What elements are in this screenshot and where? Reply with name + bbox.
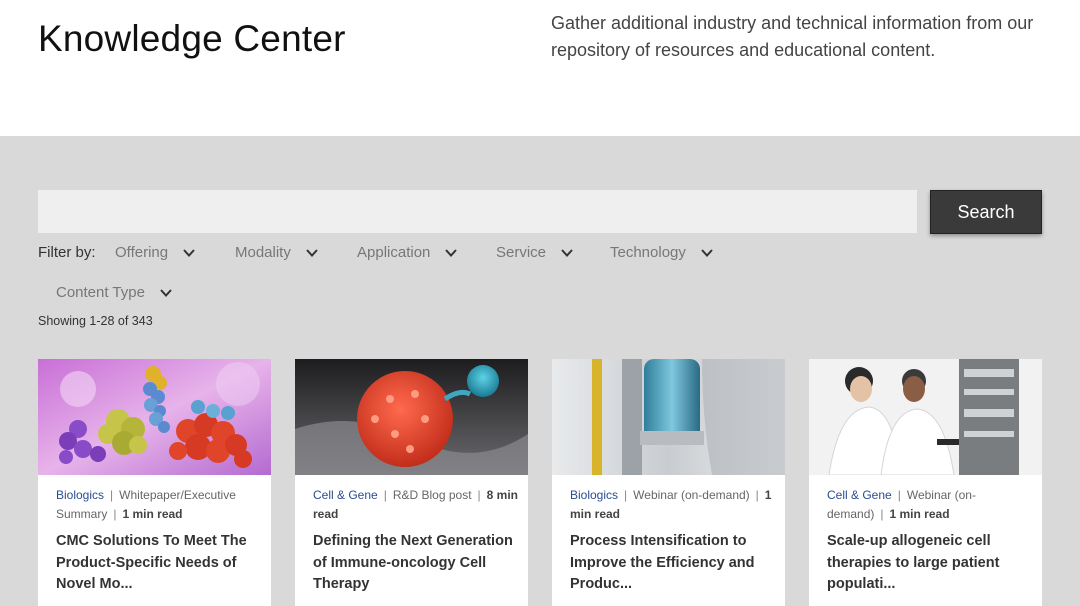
card-category-link[interactable]: Biologics [570,488,618,502]
resource-card[interactable]: Biologics | Whitepaper/Executive Summary | 1… [38,359,271,606]
filter-content-type[interactable]: Content Type [56,284,173,301]
card-image-protein [38,359,271,475]
card-title[interactable]: Process Intensification to Improve the E… [570,531,775,596]
card-title[interactable]: Scale-up allogeneic cell therapies to la… [827,531,1032,596]
card-image-scientists [809,359,1042,475]
card-image-cell [295,359,528,475]
card-image-bioreactor [552,359,785,475]
card-category-link[interactable]: Cell & Gene [313,488,378,502]
chevron-down-icon [700,246,714,260]
filter-modality-label: Modality [235,244,291,261]
chevron-down-icon [305,246,319,260]
resource-card[interactable]: Cell & Gene | R&D Blog post | 8 min read Def… [295,359,528,606]
chevron-down-icon [560,246,574,260]
filter-application-label: Application [357,244,431,261]
hero-section: Knowledge Center Gather additional indus… [0,0,1080,136]
card-read-time: 1 min read [122,507,183,521]
card-read-time: 1 min read [889,507,950,521]
filter-content-type-label: Content Type [56,284,145,301]
card-type: Webinar (on-demand) [633,488,750,502]
filter-modality[interactable]: Modality [235,244,319,261]
card-category-link[interactable]: Cell & Gene [827,488,892,502]
card-meta: Cell & Gene | Webinar (on-demand) | 1 min re… [827,488,976,521]
filter-service-label: Service [496,244,547,261]
card-category-link[interactable]: Biologics [56,488,104,502]
resource-card[interactable]: Biologics | Webinar (on-demand) | 1 min read… [552,359,785,606]
card-meta: Cell & Gene | R&D Blog post | 8 min read [313,488,518,521]
card-meta: Biologics | Whitepaper/Executive Summary | 1… [56,488,236,521]
page-title: Knowledge Center [38,18,346,59]
card-title[interactable]: CMC Solutions To Meet The Product-Specif… [56,531,261,596]
search-button[interactable]: Search [930,190,1042,234]
search-input[interactable] [38,190,917,233]
chevron-down-icon [444,246,458,260]
chevron-down-icon [159,286,173,300]
search-panel: Search Filter by: Offering Modality Appl… [0,136,1080,606]
filter-technology[interactable]: Technology [610,244,714,261]
filter-offering[interactable]: Offering [115,244,196,261]
card-title[interactable]: Defining the Next Generation of Immune-o… [313,531,518,596]
resource-card[interactable]: Cell & Gene | Webinar (on-demand) | 1 min re… [809,359,1042,606]
filter-service[interactable]: Service [496,244,574,261]
page-description: Gather additional industry and technical… [551,13,1034,60]
filter-technology-label: Technology [610,244,686,261]
filter-application[interactable]: Application [357,244,458,261]
filter-offering-label: Offering [115,244,169,261]
chevron-down-icon [182,246,196,260]
card-meta: Biologics | Webinar (on-demand) | 1 min read [570,488,772,521]
card-type: R&D Blog post [392,488,472,502]
results-count: Showing 1-28 of 343 [38,314,153,328]
filter-label: Filter by: [38,244,96,261]
